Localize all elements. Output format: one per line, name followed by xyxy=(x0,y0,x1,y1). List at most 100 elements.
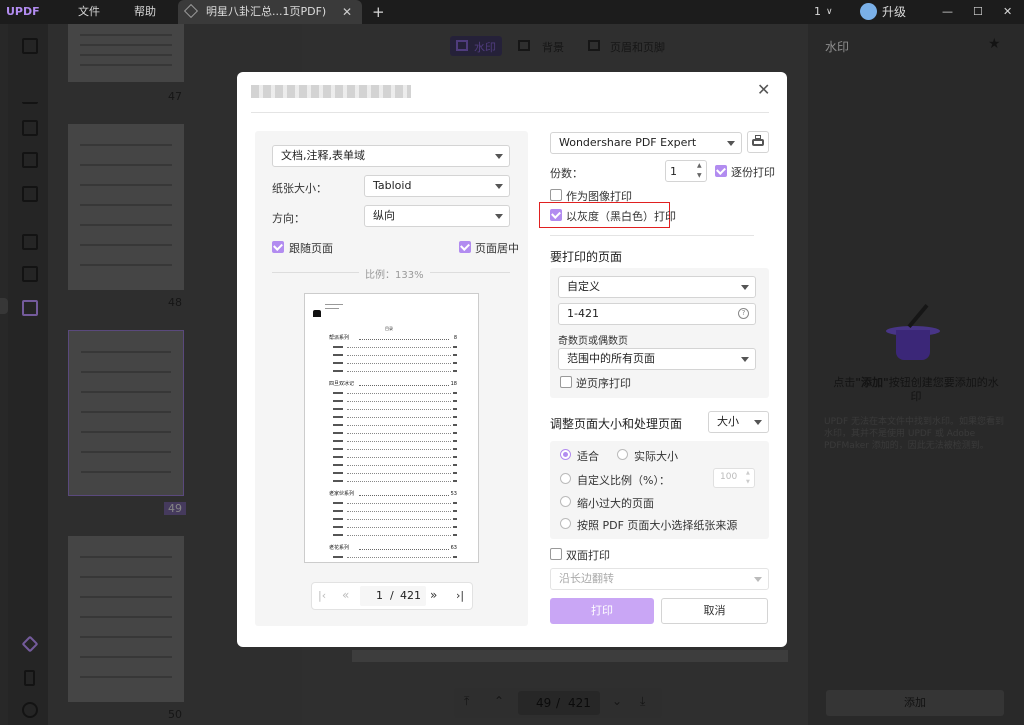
document-icon xyxy=(183,3,199,19)
chevron-down-icon xyxy=(741,285,749,290)
preview-toc-item xyxy=(333,524,457,530)
menu-file[interactable]: 文件 xyxy=(78,0,100,24)
help-icon[interactable]: ? xyxy=(738,308,749,319)
first-page-icon[interactable]: |‹ xyxy=(318,589,326,602)
page-range-mode-select[interactable]: 自定义 xyxy=(558,276,756,298)
chevron-down-icon xyxy=(741,357,749,362)
preview-toc-item xyxy=(333,430,457,436)
choose-source-radio[interactable] xyxy=(560,518,571,529)
content-select[interactable]: 文档,注释,表单域 xyxy=(272,145,510,167)
stepper-up-icon[interactable]: ▲ xyxy=(697,162,702,169)
cancel-button[interactable]: 取消 xyxy=(661,598,768,624)
follow-page-checkbox[interactable] xyxy=(272,241,284,253)
preview-toc-section-title: 老花系列 xyxy=(329,545,350,551)
reverse-order-label: 逆页序打印 xyxy=(576,377,631,390)
document-tab[interactable]: 明星八卦汇总...1页PDF) ✕ xyxy=(178,0,362,24)
paper-size-label: 纸张大小： xyxy=(272,182,327,195)
print-button[interactable]: 打印 xyxy=(550,598,654,624)
close-icon[interactable]: ✕ xyxy=(757,80,770,99)
preview-toc-item xyxy=(333,454,457,460)
chevron-down-icon xyxy=(754,420,762,425)
tab-title: 明星八卦汇总...1页PDF) xyxy=(206,5,327,18)
preview-toc-item xyxy=(333,500,457,506)
preview-toc-leader xyxy=(359,495,449,496)
close-window-icon[interactable]: ✕ xyxy=(1003,0,1012,24)
menu-help[interactable]: 帮助 xyxy=(134,0,156,24)
stepper-down-icon[interactable]: ▼ xyxy=(697,172,702,179)
preview-toc-section: 帮派系列 8 xyxy=(329,334,457,342)
preview-page-input[interactable]: 1 / 421 xyxy=(360,586,426,606)
printer-select[interactable]: Wondershare PDF Expert xyxy=(550,132,742,154)
preview-toc-item xyxy=(333,462,457,468)
close-tab-icon[interactable]: ✕ xyxy=(342,0,352,24)
prev-page-icon[interactable]: « xyxy=(342,588,349,602)
orientation-label: 方向： xyxy=(272,212,305,225)
new-tab-icon[interactable]: + xyxy=(372,0,385,24)
upgrade-button[interactable]: 升级 xyxy=(882,0,906,24)
dialog-title-blurred xyxy=(251,85,411,98)
copies-stepper[interactable]: 1 ▲ ▼ xyxy=(665,160,707,182)
chevron-down-icon xyxy=(495,214,503,219)
preview-toc-leader xyxy=(359,549,449,550)
minimize-icon[interactable]: — xyxy=(942,0,953,24)
copies-value: 1 xyxy=(670,165,677,178)
last-page-icon[interactable]: ›| xyxy=(456,589,464,602)
grayscale-checkbox[interactable] xyxy=(550,209,562,221)
size-handling-mode-select[interactable]: 大小 xyxy=(708,411,769,433)
paper-size-select[interactable]: Tabloid xyxy=(364,175,510,197)
preview-toc-section-title: 老家伙系列 xyxy=(329,491,355,497)
page-range-input[interactable]: 1-421? xyxy=(558,303,756,325)
preview-toc-item xyxy=(333,532,457,538)
printer-properties-button[interactable] xyxy=(747,131,769,153)
orientation-value: 纵向 xyxy=(373,209,395,222)
preview-toc-item xyxy=(333,478,457,484)
preview-toc-section-num: 53 xyxy=(450,491,457,497)
preview-toc-leader xyxy=(359,339,449,340)
fit-radio[interactable] xyxy=(560,449,571,460)
duplex-checkbox[interactable] xyxy=(550,548,562,560)
avatar[interactable] xyxy=(860,3,877,20)
preview-toc-section-num: 8 xyxy=(453,335,457,341)
chevron-down-icon xyxy=(754,577,762,582)
center-page-checkbox[interactable] xyxy=(459,241,471,253)
preview-toc-section: 老花系列 63 xyxy=(329,544,457,552)
stepper-down-icon[interactable]: ▼ xyxy=(746,479,750,485)
preview-toc-section-title: 四旦双冰记 xyxy=(329,381,355,387)
preview-toc: 帮派系列 8 四旦双冰记 18 老家伙系列 53 老花系列 63 xyxy=(329,334,457,560)
paper-size-value: Tabloid xyxy=(373,179,412,192)
copies-label: 份数： xyxy=(550,167,583,180)
size-handling-mode-value: 大小 xyxy=(717,415,739,428)
app-logo: UPDF xyxy=(6,5,40,18)
follow-page-label: 跟随页面 xyxy=(289,242,333,255)
preview-toc-item xyxy=(333,352,457,358)
preview-toc-item xyxy=(333,414,457,420)
preview-toc-leader xyxy=(359,385,449,386)
header-divider xyxy=(251,112,769,113)
actual-size-radio[interactable] xyxy=(617,449,628,460)
preview-toc-section-num: 18 xyxy=(450,381,457,387)
custom-scale-radio[interactable] xyxy=(560,473,571,484)
printer-value: Wondershare PDF Expert xyxy=(559,136,697,149)
flip-select[interactable]: 沿长边翻转 xyxy=(550,568,769,590)
next-page-icon[interactable]: » xyxy=(430,588,437,602)
preview-toc-item xyxy=(333,360,457,366)
custom-scale-stepper[interactable]: 100 ▲ ▼ xyxy=(713,468,755,488)
preview-toc-section-num: 63 xyxy=(450,545,457,551)
stepper-up-icon[interactable]: ▲ xyxy=(746,470,750,476)
preview-page-current: 1 xyxy=(376,589,383,602)
pages-to-print-group: 自定义 1-421? 奇数页或偶数页 范围中的所有页面 逆页序打印 xyxy=(550,268,769,398)
orientation-select[interactable]: 纵向 xyxy=(364,205,510,227)
print-as-image-checkbox[interactable] xyxy=(550,189,562,201)
print-preview-page: 目录 帮派系列 8 四旦双冰记 18 老家伙系列 53 老花系列 63 xyxy=(304,293,479,563)
custom-scale-value: 100 xyxy=(720,472,738,482)
odd-even-select[interactable]: 范围中的所有页面 xyxy=(558,348,756,370)
size-handling-group: 适合 实际大小 自定义比例（%）： 100 ▲ ▼ 缩小过大的页面 按照 PDF… xyxy=(550,441,769,539)
shrink-oversized-radio[interactable] xyxy=(560,496,571,507)
maximize-icon[interactable]: ☐ xyxy=(973,0,983,24)
print-dialog: ✕ 文档,注释,表单域 纸张大小： Tabloid 方向： 纵向 跟随页面 页面… xyxy=(237,72,787,647)
chevron-down-icon xyxy=(495,184,503,189)
shrink-oversized-label: 缩小过大的页面 xyxy=(577,497,654,510)
reverse-order-checkbox[interactable] xyxy=(560,376,572,388)
collate-checkbox[interactable] xyxy=(715,165,727,177)
chevron-down-icon[interactable]: ∨ xyxy=(826,0,833,24)
